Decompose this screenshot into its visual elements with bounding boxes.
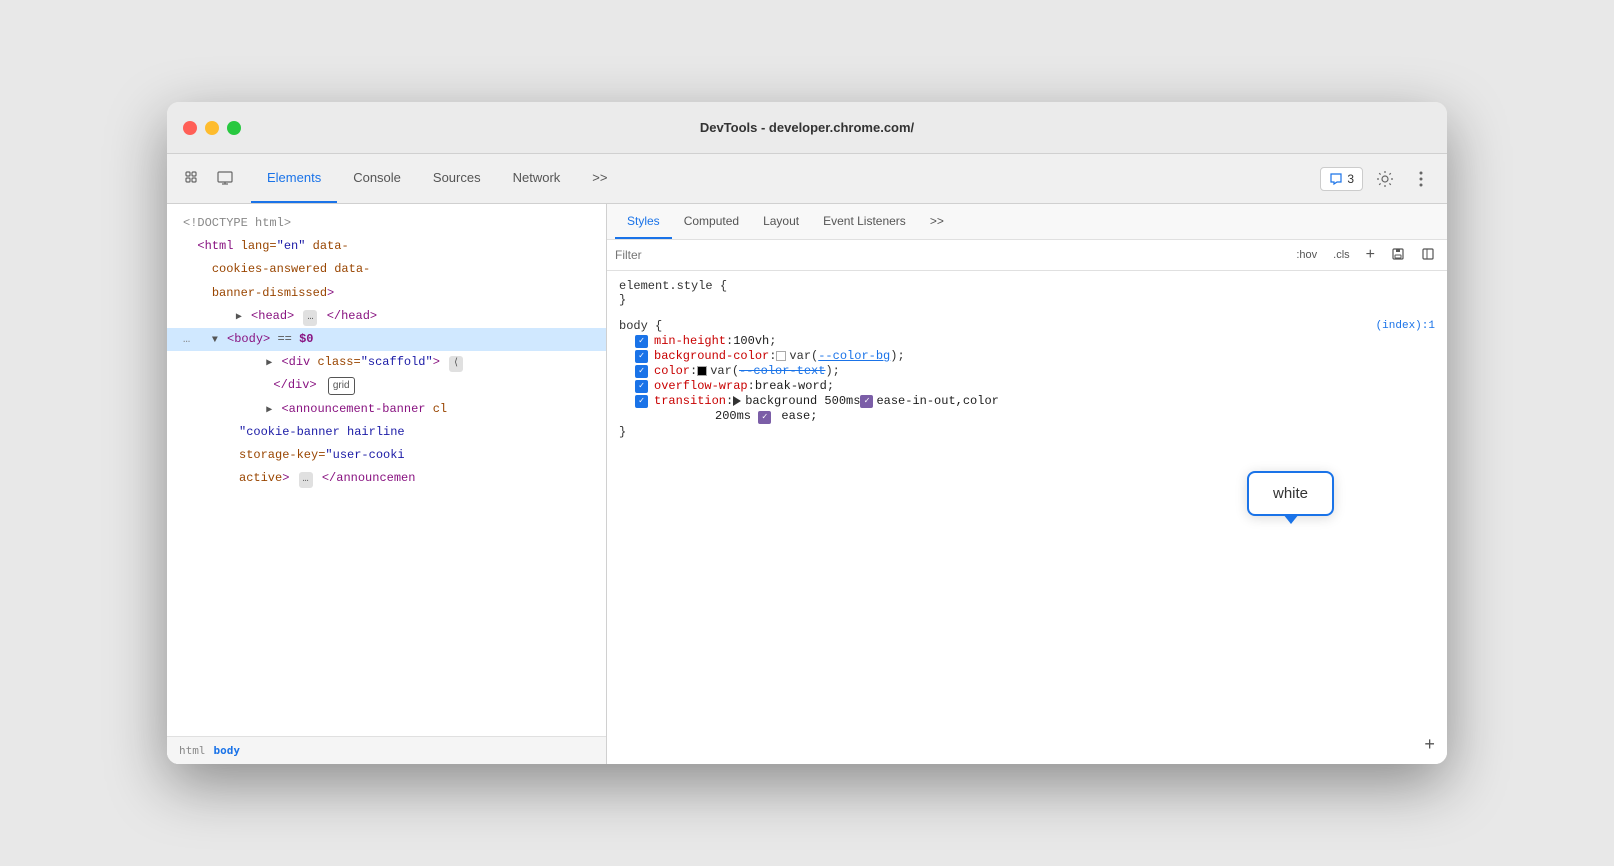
bg-color-checkbox[interactable] [635,350,648,363]
more-icon[interactable] [1407,165,1435,193]
css-property-overflow-wrap: overflow-wrap : break-word ; [619,379,1435,393]
css-property-color: color : var(--color-text) ; [619,364,1435,378]
hov-button[interactable]: :hov [1292,247,1321,263]
dom-breadcrumb: html body [167,736,606,764]
css-origin[interactable]: (index):1 [1376,320,1435,332]
dom-panel[interactable]: <!DOCTYPE html> <html lang="en" data- co… [167,204,607,764]
main-content: <!DOCTYPE html> <html lang="en" data- co… [167,204,1447,764]
color-text-link[interactable]: --color-text [739,364,825,378]
transition-checkbox[interactable] [635,395,648,408]
close-button[interactable] [183,121,197,135]
css-property-bg-color: background-color : var(--color-bg) ; [619,349,1435,363]
settings-icon[interactable] [1371,165,1399,193]
overflow-wrap-checkbox[interactable] [635,380,648,393]
body-rule-close: } [619,425,1435,439]
toolbar: Elements Console Sources Network >> 3 [167,154,1447,204]
dom-div-scaffold-line: ▶ <div class="scaffold"> ⟨ [167,351,606,374]
traffic-lights [183,121,241,135]
tab-event-listeners[interactable]: Event Listeners [811,204,918,239]
new-rule-button[interactable]: + [1362,244,1379,266]
css-property-transition-2: 200ms ease; [619,409,1435,424]
dom-html-line1: <html lang="en" data- [167,235,606,258]
styles-content: element.style { } body { (index):1 [607,271,1447,764]
maximize-button[interactable] [227,121,241,135]
tab-layout[interactable]: Layout [751,204,811,239]
add-rule-button[interactable]: + [1424,736,1435,756]
expand-icon[interactable] [733,396,741,406]
dom-head-line: ▶ <head> … </head> [167,305,606,328]
styles-filter: :hov .cls + [607,240,1447,271]
dom-div-close-line: </div> grid [167,374,606,397]
styles-panel: Styles Computed Layout Event Listeners >… [607,204,1447,764]
dom-announcement-line2: "cookie-banner hairline [167,421,606,444]
styles-tabs: Styles Computed Layout Event Listeners >… [607,204,1447,240]
layout-button[interactable] [1417,245,1439,266]
filter-input[interactable] [615,248,1284,262]
tab-console[interactable]: Console [337,154,417,203]
element-style-close: } [619,293,1435,307]
color-bg-link[interactable]: --color-bg [818,349,890,363]
inspect-icon[interactable] [211,165,239,193]
tab-more[interactable]: >> [576,154,623,203]
body-selector: body { [619,319,662,333]
color-swatch[interactable] [697,366,707,376]
tooltip-text: white [1273,485,1308,502]
devtools-window: DevTools - developer.chrome.com/ Element… [167,102,1447,764]
tab-computed[interactable]: Computed [672,204,751,239]
cls-button[interactable]: .cls [1329,247,1354,263]
tab-elements[interactable]: Elements [251,154,337,203]
tab-network[interactable]: Network [497,154,577,203]
messages-badge[interactable]: 3 [1320,167,1363,191]
dom-announcement-line3: storage-key="user-cooki [167,444,606,467]
dom-html-line2: cookies-answered data- [167,258,606,281]
main-tabs: Elements Console Sources Network >> [251,154,623,203]
min-height-checkbox[interactable] [635,335,648,348]
tab-styles-more[interactable]: >> [918,204,956,239]
window-title: DevTools - developer.chrome.com/ [700,120,914,135]
tab-sources[interactable]: Sources [417,154,497,203]
filter-actions: :hov .cls + [1292,244,1439,266]
cursor-icon[interactable] [179,165,207,193]
ease-in-out-checkbox[interactable] [860,395,873,408]
dom-html-line3: banner-dismissed> [167,282,606,305]
body-rule: body { (index):1 min-height : 100vh ; [619,319,1435,439]
save-style-button[interactable] [1387,245,1409,266]
element-style-selector: element.style { [619,279,1435,293]
bg-color-swatch[interactable] [776,351,786,361]
css-property-min-height: min-height : 100vh ; [619,334,1435,348]
minimize-button[interactable] [205,121,219,135]
toolbar-right: 3 [1320,165,1435,193]
breadcrumb-body[interactable]: body [214,744,241,757]
titlebar: DevTools - developer.chrome.com/ [167,102,1447,154]
dom-announcement-line1: ▶ <announcement-banner cl [167,398,606,421]
dom-body-line[interactable]: … ▼ <body> == $0 [167,328,606,351]
element-style-rule: element.style { } [619,279,1435,307]
dom-announcement-line4: active> … </announcemen [167,467,606,490]
tab-styles[interactable]: Styles [615,204,672,239]
dom-doctype-line: <!DOCTYPE html> [167,212,606,235]
color-tooltip: white [1247,471,1334,516]
color-checkbox[interactable] [635,365,648,378]
ease-checkbox[interactable] [758,411,771,424]
breadcrumb-html[interactable]: html [179,744,206,757]
css-property-transition: transition : background 500ms ease-in-ou… [619,394,1435,408]
